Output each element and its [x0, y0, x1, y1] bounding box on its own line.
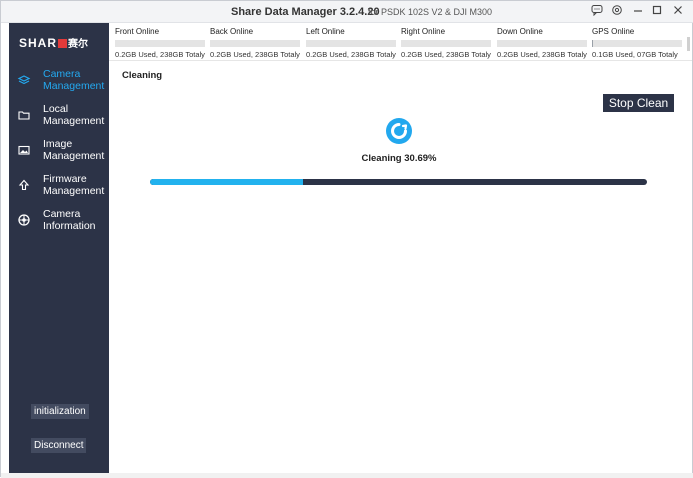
image-icon	[17, 143, 31, 157]
nav-image-management[interactable]: Image Management	[9, 135, 109, 169]
storage-bar	[306, 40, 396, 47]
sidebar: SHAR 赛尔 Camera Management Local Managemen…	[9, 23, 109, 473]
window-bottom-edge	[1, 473, 693, 478]
storage-usage: 0.1GB Used, 07GB Totaly	[592, 50, 678, 59]
stop-clean-button[interactable]: Stop Clean	[603, 94, 674, 112]
storage-gps: GPS Online 0.1GB Used, 07GB Totaly	[592, 27, 684, 59]
disconnect-button[interactable]: Disconnect	[31, 438, 87, 453]
nav-label: Camera Management	[43, 68, 105, 92]
nav-local-management[interactable]: Local Management	[9, 100, 109, 134]
logo-text: SHAR	[19, 36, 58, 50]
nav-label: Local Management	[43, 103, 105, 127]
storage-bar	[115, 40, 205, 47]
folder-icon	[17, 108, 31, 122]
storage-right: Right Online 0.2GB Used, 238GB Totaly	[401, 27, 493, 59]
progress-bar	[150, 179, 647, 185]
storage-usage: 0.2GB Used, 238GB Totaly	[497, 50, 587, 59]
close-icon[interactable]	[669, 4, 687, 20]
layers-icon	[17, 73, 31, 87]
storage-label: GPS Online	[592, 27, 635, 36]
nav-label: Camera Information	[43, 208, 96, 232]
storage-status-bar: Front Online 0.2GB Used, 238GB Totaly Ba…	[109, 23, 692, 61]
app-window: Share Data Manager 3.2.4.20 for PSDK 102…	[0, 0, 693, 478]
feedback-icon[interactable]	[588, 4, 606, 20]
storage-label: Down Online	[497, 27, 543, 36]
storage-usage: 0.2GB Used, 238GB Totaly	[210, 50, 300, 59]
nav-camera-management[interactable]: Camera Management	[9, 65, 109, 99]
maximize-icon[interactable]	[648, 4, 666, 20]
main-panel: Cleaning Stop Clean Cleaning 30.69%	[109, 61, 692, 473]
storage-usage: 0.2GB Used, 238GB Totaly	[401, 50, 491, 59]
title-bar: Share Data Manager 3.2.4.20 for PSDK 102…	[1, 1, 693, 23]
upload-arrow-icon	[17, 178, 31, 192]
storage-label: Front Online	[115, 27, 160, 36]
storage-bar	[497, 40, 587, 47]
storage-label: Back Online	[210, 27, 254, 36]
storage-usage: 0.2GB Used, 238GB Totaly	[115, 50, 205, 59]
minimize-icon[interactable]	[629, 4, 647, 20]
storage-front: Front Online 0.2GB Used, 238GB Totaly	[115, 27, 207, 59]
brand-logo: SHAR 赛尔	[19, 35, 88, 50]
window-title: Share Data Manager 3.2.4.20	[231, 6, 380, 18]
progress-bar-fill	[150, 179, 303, 185]
storage-label: Right Online	[401, 27, 446, 36]
background-app-sliver	[1, 21, 9, 478]
nav-label: Firmware Management	[43, 173, 105, 197]
section-title: Cleaning	[122, 70, 163, 81]
storage-bar	[401, 40, 491, 47]
loading-spinner-icon	[385, 117, 413, 145]
storage-back: Back Online 0.2GB Used, 238GB Totaly	[210, 27, 302, 59]
nav-camera-information[interactable]: Camera Information	[9, 205, 109, 239]
storage-down: Down Online 0.2GB Used, 238GB Totaly	[497, 27, 589, 59]
storage-bar	[210, 40, 300, 47]
initialization-button[interactable]: initialization	[31, 404, 89, 419]
progress-text: Cleaning 30.69%	[361, 153, 437, 164]
settings-icon[interactable]	[608, 4, 626, 20]
scrollbar-edge[interactable]	[687, 37, 690, 51]
storage-left: Left Online 0.2GB Used, 238GB Totaly	[306, 27, 398, 59]
storage-usage: 0.2GB Used, 238GB Totaly	[306, 50, 396, 59]
camera-lens-icon	[17, 213, 31, 227]
logo-mark	[58, 39, 68, 48]
storage-bar-fill	[592, 40, 593, 47]
window-subtitle: for PSDK 102S V2 & DJI M300	[368, 7, 493, 17]
logo-cn-text: 赛尔	[68, 39, 89, 50]
storage-bar	[592, 40, 682, 47]
nav-label: Image Management	[43, 138, 105, 162]
nav-firmware-management[interactable]: Firmware Management	[9, 170, 109, 204]
storage-label: Left Online	[306, 27, 345, 36]
